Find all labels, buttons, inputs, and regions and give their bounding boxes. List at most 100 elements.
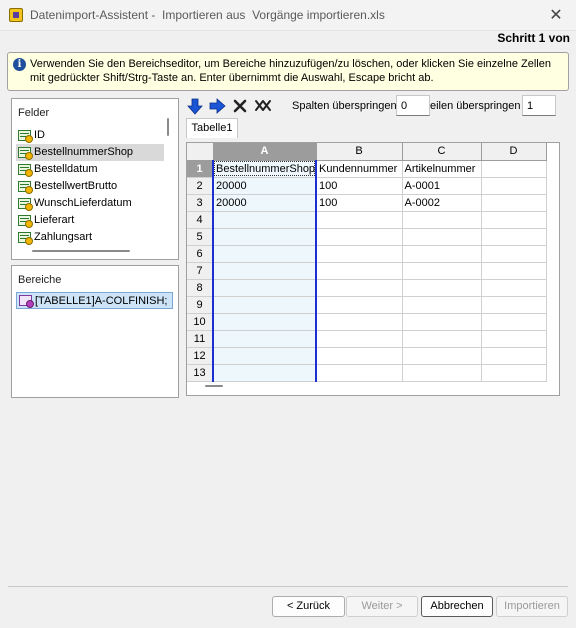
field-item[interactable]: BestellnummerShop (16, 144, 164, 161)
row-header[interactable]: 9 (187, 296, 214, 314)
next-button[interactable]: Weiter > (346, 596, 418, 617)
table-row: 12 (187, 347, 547, 365)
grid-cell[interactable] (402, 211, 482, 229)
column-header[interactable]: C (402, 143, 482, 161)
row-header[interactable]: 1 (187, 160, 214, 178)
row-header[interactable]: 4 (187, 211, 214, 229)
grid-cell[interactable] (212, 347, 317, 365)
skip-columns-input[interactable] (396, 95, 430, 116)
grid-corner[interactable] (187, 143, 214, 161)
grid-cell[interactable] (402, 245, 482, 263)
area-item[interactable]: [TABELLE1]A-COLFINISH; (16, 292, 173, 309)
grid-cell[interactable] (481, 245, 547, 263)
grid-cell[interactable] (212, 364, 317, 382)
grid-cell[interactable]: Artikelnummer (402, 160, 482, 178)
grid-cell[interactable]: 20000 (212, 177, 317, 195)
grid-cell[interactable] (212, 262, 317, 280)
grid-cell[interactable] (316, 262, 403, 280)
grid-cell[interactable]: A-0001 (402, 177, 482, 195)
grid-cell[interactable] (481, 313, 547, 331)
field-item[interactable]: Lieferart (16, 212, 166, 229)
field-item[interactable]: WunschLieferdatum (16, 195, 166, 212)
grid-cell[interactable] (481, 194, 547, 212)
fields-scrollbar[interactable] (167, 118, 169, 136)
grid-cell[interactable] (316, 330, 403, 348)
grid-cell[interactable] (481, 279, 547, 297)
grid-cell[interactable] (212, 211, 317, 229)
delete-icon[interactable] (231, 97, 249, 115)
info-box: i Verwenden Sie den Bereichseditor, um B… (7, 52, 569, 91)
grid-cell[interactable]: A-0002 (402, 194, 482, 212)
grid-cell[interactable] (316, 245, 403, 263)
row-header[interactable]: 13 (187, 364, 214, 382)
grid-cell[interactable] (481, 177, 547, 195)
skip-rows-label: eilen überspringen (430, 100, 521, 112)
grid-cell[interactable] (402, 364, 482, 382)
grid-cell[interactable] (212, 228, 317, 246)
row-header[interactable]: 6 (187, 245, 214, 263)
grid-cell[interactable] (481, 262, 547, 280)
grid-cell[interactable] (402, 313, 482, 331)
grid-cell[interactable] (402, 279, 482, 297)
grid-cell[interactable] (481, 211, 547, 229)
row-header[interactable]: 2 (187, 177, 214, 195)
row-header[interactable]: 5 (187, 228, 214, 246)
grid-cell[interactable] (316, 313, 403, 331)
row-header[interactable]: 7 (187, 262, 214, 280)
grid-horizontal-scrollbar[interactable] (205, 385, 223, 387)
grid-cell[interactable]: BestellnummerShop (212, 160, 317, 178)
grid-cell[interactable]: 100 (316, 177, 403, 195)
grid-cell[interactable] (402, 330, 482, 348)
grid-cell[interactable] (481, 330, 547, 348)
field-icon (18, 232, 33, 245)
back-button[interactable]: < Zurück (272, 596, 345, 617)
delete-all-icon[interactable] (254, 97, 272, 115)
grid-cell[interactable] (212, 313, 317, 331)
grid-cell[interactable] (481, 347, 547, 365)
import-button[interactable]: Importieren (496, 596, 568, 617)
field-item[interactable]: BestellwertBrutto (16, 178, 166, 195)
field-item[interactable]: ID (16, 127, 166, 144)
grid-cell[interactable] (316, 296, 403, 314)
spreadsheet-grid[interactable]: A B C D 1 BestellnummerShop Kundennummer Artike… (186, 142, 560, 396)
grid-cell[interactable] (481, 228, 547, 246)
grid-cell[interactable] (316, 211, 403, 229)
close-icon[interactable]: ✕ (548, 5, 564, 25)
cancel-button[interactable]: Abbrechen (421, 596, 493, 617)
column-header[interactable]: D (481, 143, 547, 161)
field-icon (18, 215, 33, 228)
grid-cell[interactable] (481, 296, 547, 314)
grid-cell[interactable] (481, 364, 547, 382)
grid-cell[interactable] (316, 364, 403, 382)
grid-cell[interactable] (481, 160, 547, 178)
field-item[interactable]: Bestelldatum (16, 161, 166, 178)
grid-cell[interactable]: 20000 (212, 194, 317, 212)
grid-cell[interactable] (402, 262, 482, 280)
grid-cell[interactable] (212, 330, 317, 348)
row-header[interactable]: 12 (187, 347, 214, 365)
row-header[interactable]: 3 (187, 194, 214, 212)
grid-cell[interactable] (402, 347, 482, 365)
field-item[interactable]: Zahlungsart (16, 229, 166, 246)
skip-rows-input[interactable] (522, 95, 556, 116)
column-header[interactable]: B (316, 143, 403, 161)
fields-horizontal-scrollbar[interactable] (32, 250, 130, 252)
grid-cell[interactable] (212, 245, 317, 263)
row-header[interactable]: 11 (187, 330, 214, 348)
tab-tabelle1[interactable]: Tabelle1 (186, 118, 238, 138)
grid-cell[interactable] (316, 347, 403, 365)
grid-cell[interactable] (316, 279, 403, 297)
arrow-down-icon[interactable] (186, 97, 204, 115)
grid-cell[interactable] (402, 296, 482, 314)
grid-cell[interactable] (212, 296, 317, 314)
arrow-right-icon[interactable] (208, 97, 226, 115)
grid-cell[interactable] (316, 228, 403, 246)
row-header[interactable]: 10 (187, 313, 214, 331)
row-header[interactable]: 8 (187, 279, 214, 297)
column-header[interactable]: A (213, 143, 317, 161)
table-row: 13 (187, 364, 547, 382)
grid-cell[interactable] (402, 228, 482, 246)
grid-cell[interactable]: Kundennummer (316, 160, 403, 178)
grid-cell[interactable]: 100 (316, 194, 403, 212)
grid-cell[interactable] (212, 279, 317, 297)
